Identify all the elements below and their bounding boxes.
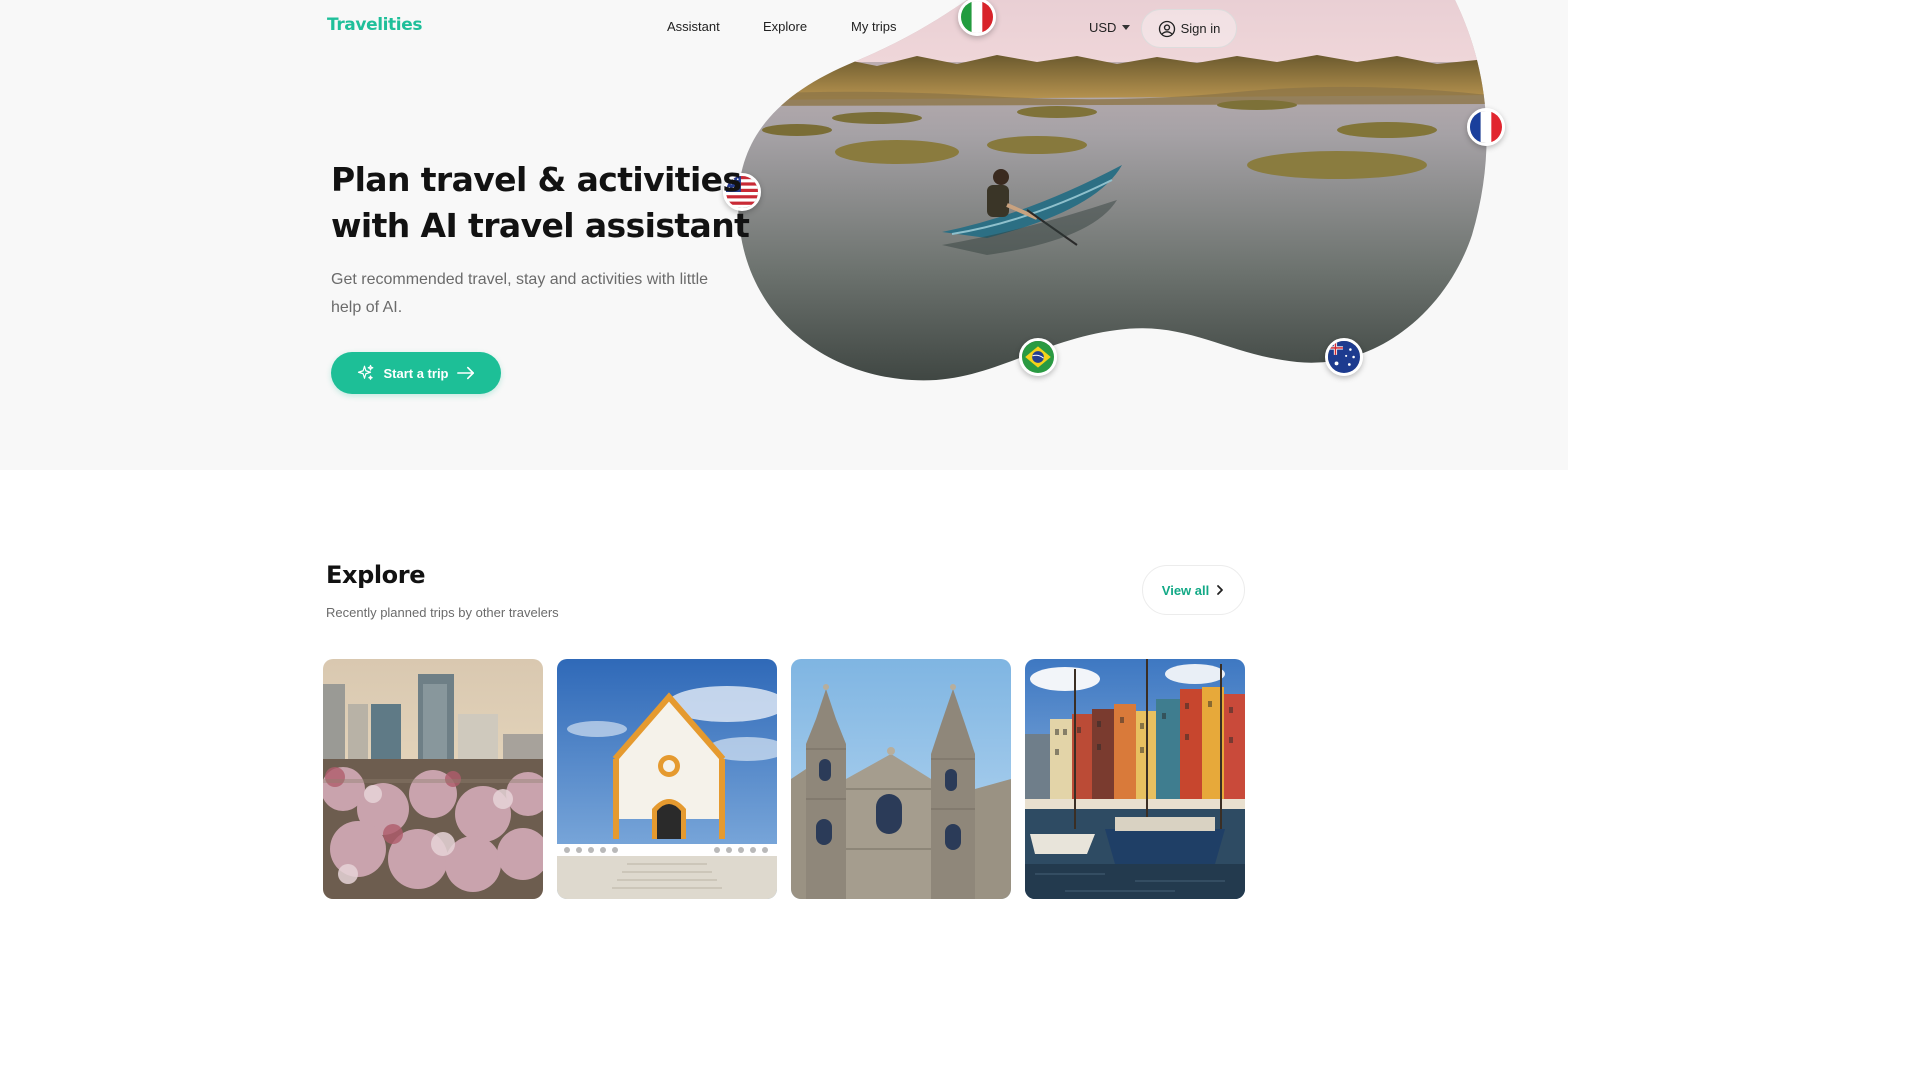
currency-selector[interactable]: USD <box>1089 20 1131 35</box>
arrow-right-icon <box>456 366 474 380</box>
white-chapel-photo <box>557 659 777 899</box>
chevron-right-icon <box>1217 585 1224 595</box>
hero-subtitle: Get recommended travel, stay and activit… <box>331 271 709 316</box>
view-all-label: View all <box>1161 582 1210 598</box>
start-trip-button[interactable]: Start a trip <box>331 352 501 394</box>
sign-in-label: Sign in <box>1180 21 1221 36</box>
explore-subtitle: Recently planned trips by other traveler… <box>326 605 559 620</box>
trip-card[interactable] <box>557 659 777 899</box>
explore-title: Explore <box>326 561 426 589</box>
sparkle-icon <box>358 364 374 380</box>
trip-card[interactable] <box>791 659 1011 899</box>
nav-item-explore[interactable]: Explore <box>763 19 807 34</box>
trip-card[interactable] <box>323 659 543 899</box>
hero-title: Plan travel & activities with AI travel … <box>331 160 750 245</box>
australia-flag-icon <box>1325 338 1363 376</box>
user-circle-icon <box>1158 20 1175 37</box>
hero-section: Travelities Assistant Explore My trips U… <box>0 0 1568 470</box>
harbor-houses-photo <box>1025 659 1245 899</box>
nav-item-my-trips[interactable]: My trips <box>851 19 897 34</box>
start-trip-label: Start a trip <box>383 365 449 381</box>
sign-in-button[interactable]: Sign in <box>1141 9 1237 48</box>
hero-lake-photo <box>738 0 1487 381</box>
city-blossom-photo <box>323 659 543 899</box>
nav-item-assistant[interactable]: Assistant <box>667 19 720 34</box>
france-flag-icon <box>1467 108 1505 146</box>
currency-label: USD <box>1089 20 1117 35</box>
brazil-flag-icon <box>1019 338 1057 376</box>
explore-cards <box>323 659 1245 899</box>
view-all-button[interactable]: View all <box>1142 565 1245 615</box>
caret-down-icon <box>1122 25 1131 30</box>
cathedral-photo <box>791 659 1011 899</box>
brand-logo[interactable]: Travelities <box>327 15 422 35</box>
trip-card[interactable] <box>1025 659 1245 899</box>
